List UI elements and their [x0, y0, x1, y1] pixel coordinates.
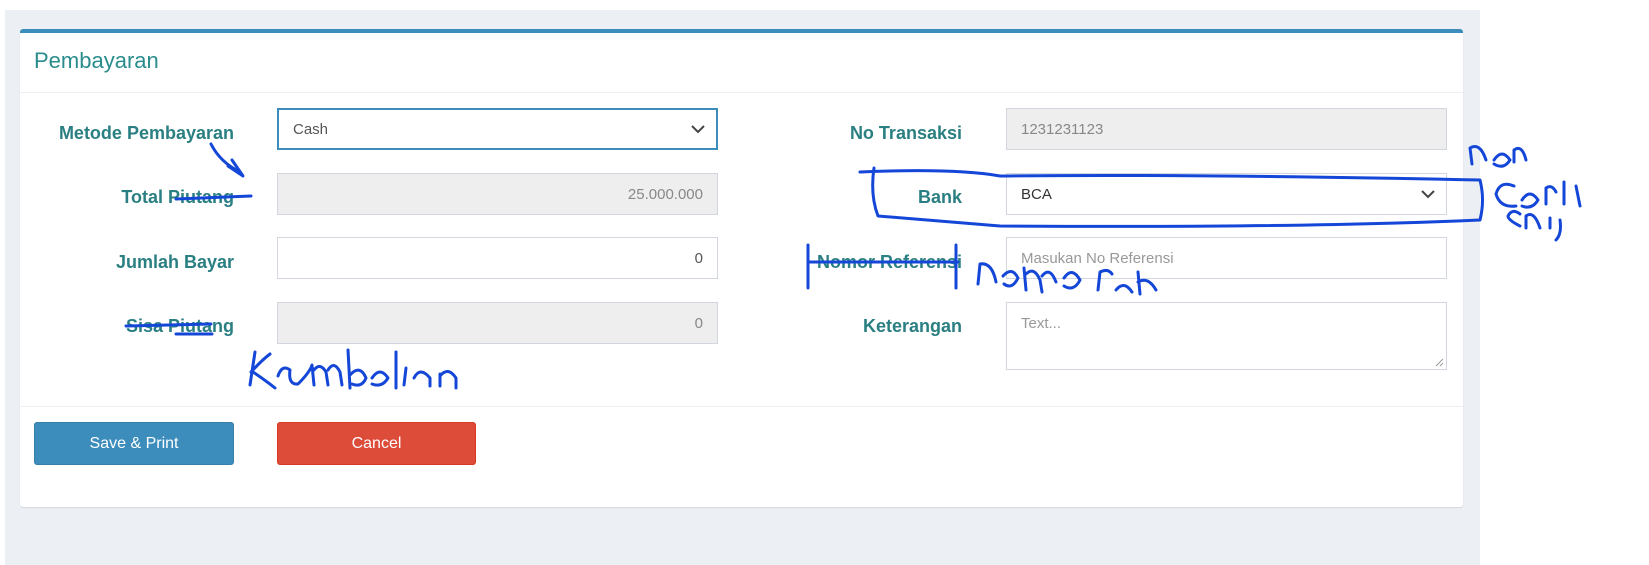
bank-select[interactable]: BCA — [1006, 173, 1447, 215]
keterangan-label: Keterangan — [862, 316, 962, 336]
no-transaksi-input[interactable]: 1231231123 — [1006, 108, 1447, 150]
bank-value: BCA — [1021, 185, 1052, 203]
nomor-referensi-placeholder: Masukan No Referensi — [1021, 249, 1174, 267]
resize-grip-icon[interactable] — [1434, 357, 1444, 367]
nomor-referensi-label: Nomor Referensi — [816, 252, 962, 272]
ink-text-only — [1506, 209, 1562, 242]
no-transaksi-value: 1231231123 — [1021, 120, 1104, 138]
header-divider — [20, 92, 1463, 93]
chevron-down-icon — [1421, 190, 1435, 199]
save-print-button[interactable]: Save & Print — [34, 422, 234, 465]
panel-title: Pembayaran — [34, 48, 159, 73]
cancel-button[interactable]: Cancel — [277, 422, 476, 465]
bank-label: Bank — [917, 187, 962, 207]
no-transaksi-label: No Transaksi — [849, 123, 962, 143]
ink-text-cash — [1494, 180, 1582, 209]
nomor-referensi-input[interactable]: Masukan No Referensi — [1006, 237, 1447, 279]
keterangan-placeholder: Text... — [1021, 315, 1062, 332]
keterangan-textarea[interactable]: Text... — [1006, 302, 1447, 370]
footer-divider — [20, 406, 1463, 407]
